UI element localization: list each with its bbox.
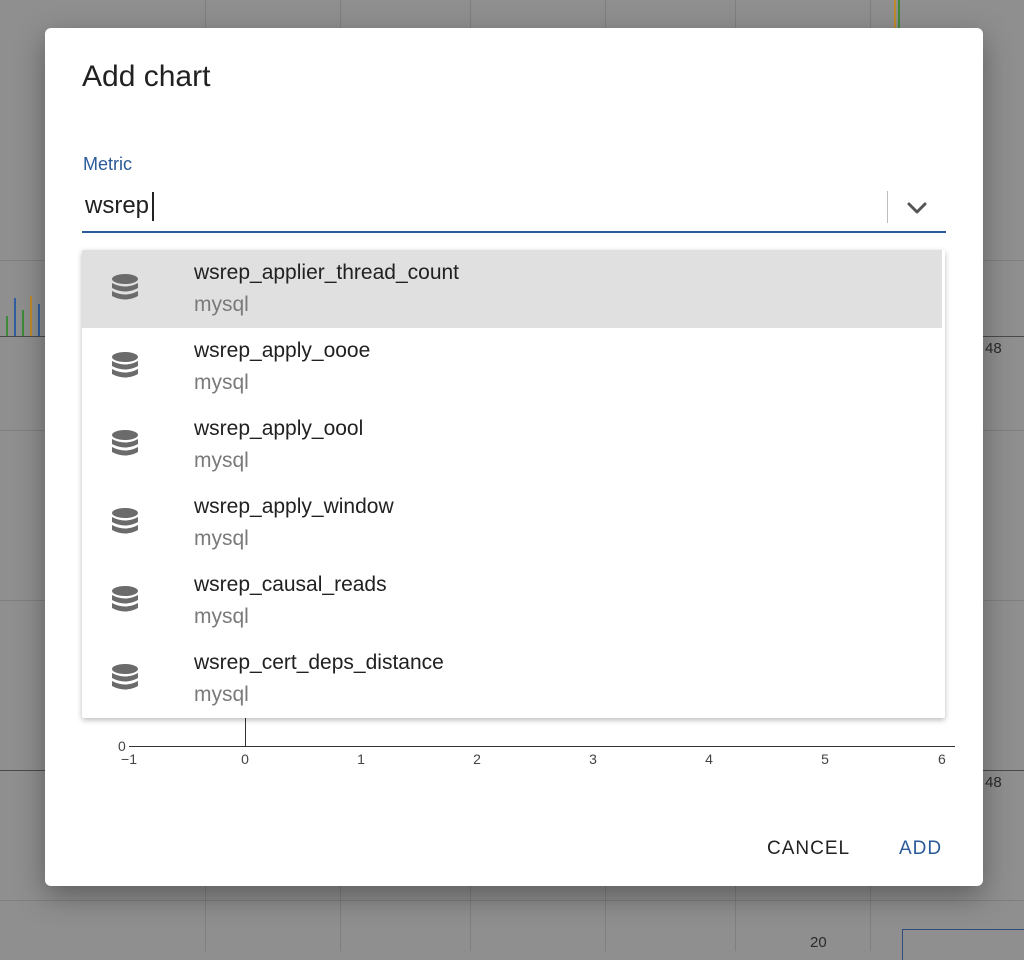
- metric-input[interactable]: [82, 186, 865, 226]
- background-tick-label: 48: [985, 774, 1002, 791]
- suggestion-option[interactable]: wsrep_apply_oooe mysql: [82, 328, 942, 406]
- chart-x-tick-label: 6: [938, 751, 946, 767]
- suggestion-source: mysql: [194, 605, 249, 628]
- preview-chart: 0 −1 0 1 2 3 4 5 6: [115, 718, 955, 794]
- suggestion-option[interactable]: wsrep_causal_reads mysql: [82, 562, 942, 640]
- database-icon: [112, 586, 138, 612]
- suggestion-source: mysql: [194, 371, 249, 394]
- background-tick-label: 48: [985, 340, 1002, 357]
- dialog-title: Add chart: [82, 60, 211, 93]
- database-icon: [112, 508, 138, 534]
- metric-suggestion-list: wsrep_applier_thread_count mysql wsrep_a…: [82, 250, 945, 718]
- suggestion-source: mysql: [194, 293, 249, 316]
- chart-x-axis: [129, 746, 955, 747]
- chart-x-tick-label: 4: [705, 751, 713, 767]
- suggestion-name: wsrep_applier_thread_count: [194, 261, 460, 284]
- suggestion-option[interactable]: wsrep_cert_deps_distance mysql: [82, 640, 942, 718]
- chart-x-tick-label: 2: [473, 751, 481, 767]
- chart-y-axis: [245, 718, 246, 747]
- database-icon: [112, 430, 138, 456]
- input-divider: [887, 191, 888, 223]
- metric-dropdown-toggle[interactable]: [897, 188, 937, 228]
- chart-x-tick-label: 5: [821, 751, 829, 767]
- suggestion-name: wsrep_apply_window: [194, 495, 394, 518]
- chart-x-tick-label: −1: [121, 751, 137, 767]
- suggestion-source: mysql: [194, 527, 249, 550]
- cancel-button[interactable]: CANCEL: [767, 836, 850, 862]
- background-tick-label: 20: [810, 934, 827, 951]
- metric-input-underline: [82, 231, 946, 233]
- chart-x-tick-label: 0: [241, 751, 249, 767]
- suggestion-name: wsrep_causal_reads: [194, 573, 387, 596]
- suggestion-option[interactable]: wsrep_apply_oool mysql: [82, 406, 942, 484]
- add-chart-dialog: Add chart Metric 0 −1 0 1 2 3 4 5 6 wsre…: [45, 28, 983, 886]
- metric-field-label: Metric: [83, 154, 132, 174]
- database-icon: [112, 352, 138, 378]
- suggestion-name: wsrep_apply_oooe: [194, 339, 371, 362]
- database-icon: [112, 274, 138, 300]
- suggestion-option[interactable]: wsrep_applier_thread_count mysql: [82, 250, 942, 328]
- suggestion-source: mysql: [194, 449, 249, 472]
- add-button[interactable]: ADD: [899, 836, 942, 862]
- chart-x-tick-label: 3: [589, 751, 597, 767]
- suggestion-option[interactable]: wsrep_apply_window mysql: [82, 484, 942, 562]
- suggestion-source: mysql: [194, 683, 249, 706]
- chart-x-tick-label: 1: [357, 751, 365, 767]
- suggestion-name: wsrep_cert_deps_distance: [194, 651, 444, 674]
- database-icon: [112, 664, 138, 690]
- suggestion-name: wsrep_apply_oool: [194, 417, 364, 440]
- text-caret: [152, 192, 154, 221]
- chevron-down-icon: [907, 202, 927, 214]
